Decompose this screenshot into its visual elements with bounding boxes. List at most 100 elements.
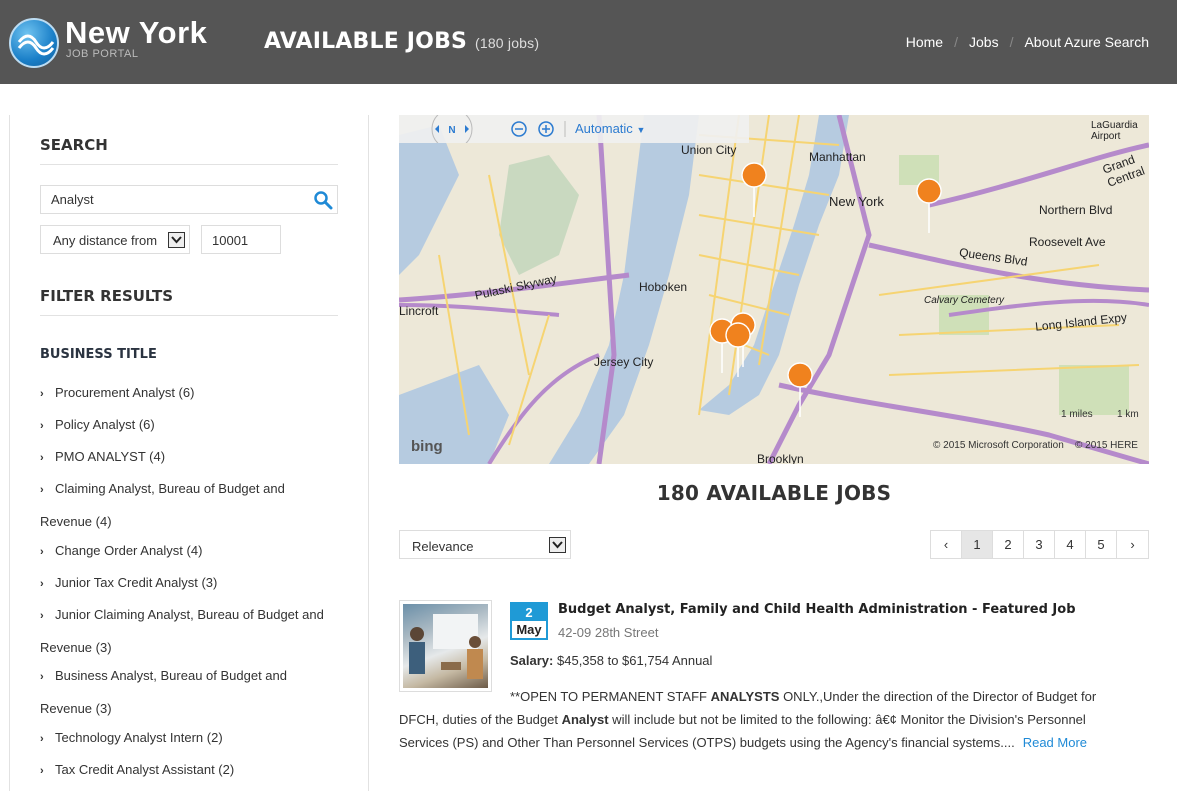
filter-heading: FILTER RESULTS (40, 287, 174, 305)
nav-about-link[interactable]: About Azure Search (1024, 34, 1149, 50)
logo-icon[interactable] (9, 18, 59, 68)
facet-label[interactable]: Junior Tax Credit Analyst (3) (55, 575, 217, 590)
facet-label[interactable]: Policy Analyst (6) (55, 417, 155, 432)
distance-select[interactable]: Any distance from (40, 225, 190, 254)
pagination-page[interactable]: 1 (962, 531, 993, 558)
map-label: Hoboken (639, 280, 688, 294)
map-mode-select[interactable]: Automatic ▼ (575, 121, 645, 136)
job-title[interactable]: Budget Analyst, Family and Child Health … (558, 602, 1076, 617)
sidebar: SEARCH Any distance from 10001 FILTER RE… (9, 115, 369, 791)
facet-label-cont[interactable]: Revenue (4) (40, 514, 112, 529)
logo-subtitle: JOB PORTAL (66, 48, 139, 60)
pagination-page[interactable]: 4 (1055, 531, 1086, 558)
caret-down-icon: ▼ (636, 125, 646, 135)
facet-item[interactable]: › Change Order Analyst (4) (40, 535, 340, 568)
bing-logo[interactable]: bing (411, 438, 443, 455)
chevron-right-icon: › (40, 765, 44, 777)
job-thumbnail[interactable] (399, 600, 492, 692)
map-label: Northern Blvd (1039, 203, 1113, 217)
desc-text-a: **OPEN TO PERMANENT STAFF (510, 689, 711, 704)
facet-label[interactable]: Technology Analyst Intern (2) (55, 730, 223, 745)
top-header: New York JOB PORTAL AVAILABLE JOBS (180 … (0, 0, 1177, 84)
job-title-link[interactable]: Budget Analyst, Family and Child Health … (558, 602, 968, 617)
facet-label-cont[interactable]: Revenue (3) (40, 640, 112, 655)
date-month: May (516, 622, 542, 637)
nav-jobs-link[interactable]: Jobs (969, 34, 999, 50)
salary-label: Salary: (510, 653, 554, 668)
map-mode-label: Automatic (575, 121, 633, 136)
facet-label[interactable]: Change Order Analyst (4) (55, 543, 202, 558)
chevron-right-icon: › (40, 388, 44, 400)
zip-input[interactable]: 10001 (201, 225, 281, 254)
nav-home-link[interactable]: Home (906, 34, 943, 50)
map-copyright-here: © 2015 HERE (1075, 440, 1138, 451)
nav-separator: / (1009, 34, 1014, 50)
map-label: Brooklyn (757, 452, 804, 464)
map-label: Jersey City (594, 355, 654, 369)
results-title: 180 AVAILABLE JOBS (399, 481, 1149, 505)
chevron-right-icon: › (40, 671, 44, 683)
facet-label[interactable]: Tax Credit Analyst Assistant (2) (55, 762, 234, 777)
search-input[interactable] (41, 186, 301, 213)
facet-label[interactable]: Procurement Analyst (6) (55, 385, 194, 400)
facet-item[interactable]: › Junior Tax Credit Analyst (3) (40, 567, 340, 600)
map-scale-km: 1 km (1117, 409, 1139, 420)
job-map[interactable]: N Automatic ▼ Union City Manhattan New Y… (399, 115, 1149, 464)
svg-text:N: N (448, 125, 455, 136)
facet-label[interactable]: Claiming Analyst, Bureau of Budget and (55, 481, 285, 496)
distance-select-value: Any distance from (53, 233, 158, 248)
divider (40, 164, 338, 165)
facet-item[interactable]: › Junior Claiming Analyst, Bureau of Budg… (40, 599, 340, 664)
map-copyright: © 2015 Microsoft Corporation (933, 440, 1064, 451)
pagination-page[interactable]: 2 (993, 531, 1024, 558)
chevron-down-icon[interactable] (549, 537, 566, 553)
job-address: 42-09 28th Street (558, 625, 659, 640)
facet-item[interactable]: › Business Analyst, Bureau of Budget and R… (40, 660, 340, 725)
pagination-next[interactable]: › (1117, 531, 1148, 558)
search-box (40, 185, 338, 214)
facet-item[interactable]: › Policy Analyst (6) (40, 409, 340, 442)
chevron-right-icon: › (40, 484, 44, 496)
facet-item[interactable]: › Procurement Analyst (6) (40, 377, 340, 410)
sort-select-value: Relevance (412, 539, 474, 554)
facet-label[interactable]: PMO ANALYST (4) (55, 449, 165, 464)
results-title-text: AVAILABLE JOBS (706, 481, 892, 505)
search-heading: SEARCH (40, 136, 108, 154)
pagination-page[interactable]: 5 (1086, 531, 1117, 558)
facet-item[interactable]: › Claiming Analyst, Bureau of Budget and R… (40, 473, 340, 538)
date-day: 2 (512, 604, 546, 621)
featured-label: - Featured Job (967, 602, 1076, 617)
chevron-down-icon[interactable] (168, 232, 185, 248)
chevron-right-icon: › (40, 610, 44, 622)
job-thumbnail-image (403, 604, 488, 688)
page-title: AVAILABLE JOBS (180 jobs) (264, 29, 539, 54)
chevron-right-icon: › (40, 578, 44, 590)
chevron-right-icon: › (40, 546, 44, 558)
divider (40, 315, 338, 316)
map-label: Union City (681, 143, 737, 157)
map-nav-controls[interactable]: N (427, 115, 577, 143)
facet-label[interactable]: Business Analyst, Bureau of Budget and (55, 668, 287, 683)
salary-value: $45,358 to $61,754 Annual (557, 653, 713, 668)
page-title-count: (180 jobs) (474, 35, 540, 51)
search-icon[interactable] (313, 190, 333, 215)
sort-select[interactable]: Relevance (399, 530, 571, 559)
results-count: 180 (656, 481, 700, 505)
pagination-prev[interactable]: ‹ (931, 531, 962, 558)
job-salary: Salary: $45,358 to $61,754 Annual (510, 653, 712, 668)
read-more-link[interactable]: Read More (1023, 735, 1087, 750)
facet-item[interactable]: › PMO ANALYST (4) (40, 441, 340, 474)
facet-item[interactable]: › Technology Analyst Intern (2) (40, 722, 340, 755)
pagination-page[interactable]: 3 (1024, 531, 1055, 558)
map-toolbar: N Automatic ▼ (399, 115, 749, 143)
facet-label[interactable]: Junior Claiming Analyst, Bureau of Budge… (55, 607, 324, 622)
map-label: Calvary Cemetery (924, 295, 1005, 306)
top-nav: Home / Jobs / About Azure Search (906, 34, 1149, 50)
facet-item[interactable]: › Tax Credit Analyst Assistant (2) (40, 754, 340, 787)
facet-label-cont[interactable]: Revenue (3) (40, 701, 112, 716)
chevron-right-icon: › (40, 733, 44, 745)
logo-title[interactable]: New York (65, 16, 207, 50)
desc-highlight-a: ANALYSTS (710, 689, 780, 704)
date-badge: 2 May (510, 602, 548, 640)
nav-separator: / (954, 34, 958, 50)
